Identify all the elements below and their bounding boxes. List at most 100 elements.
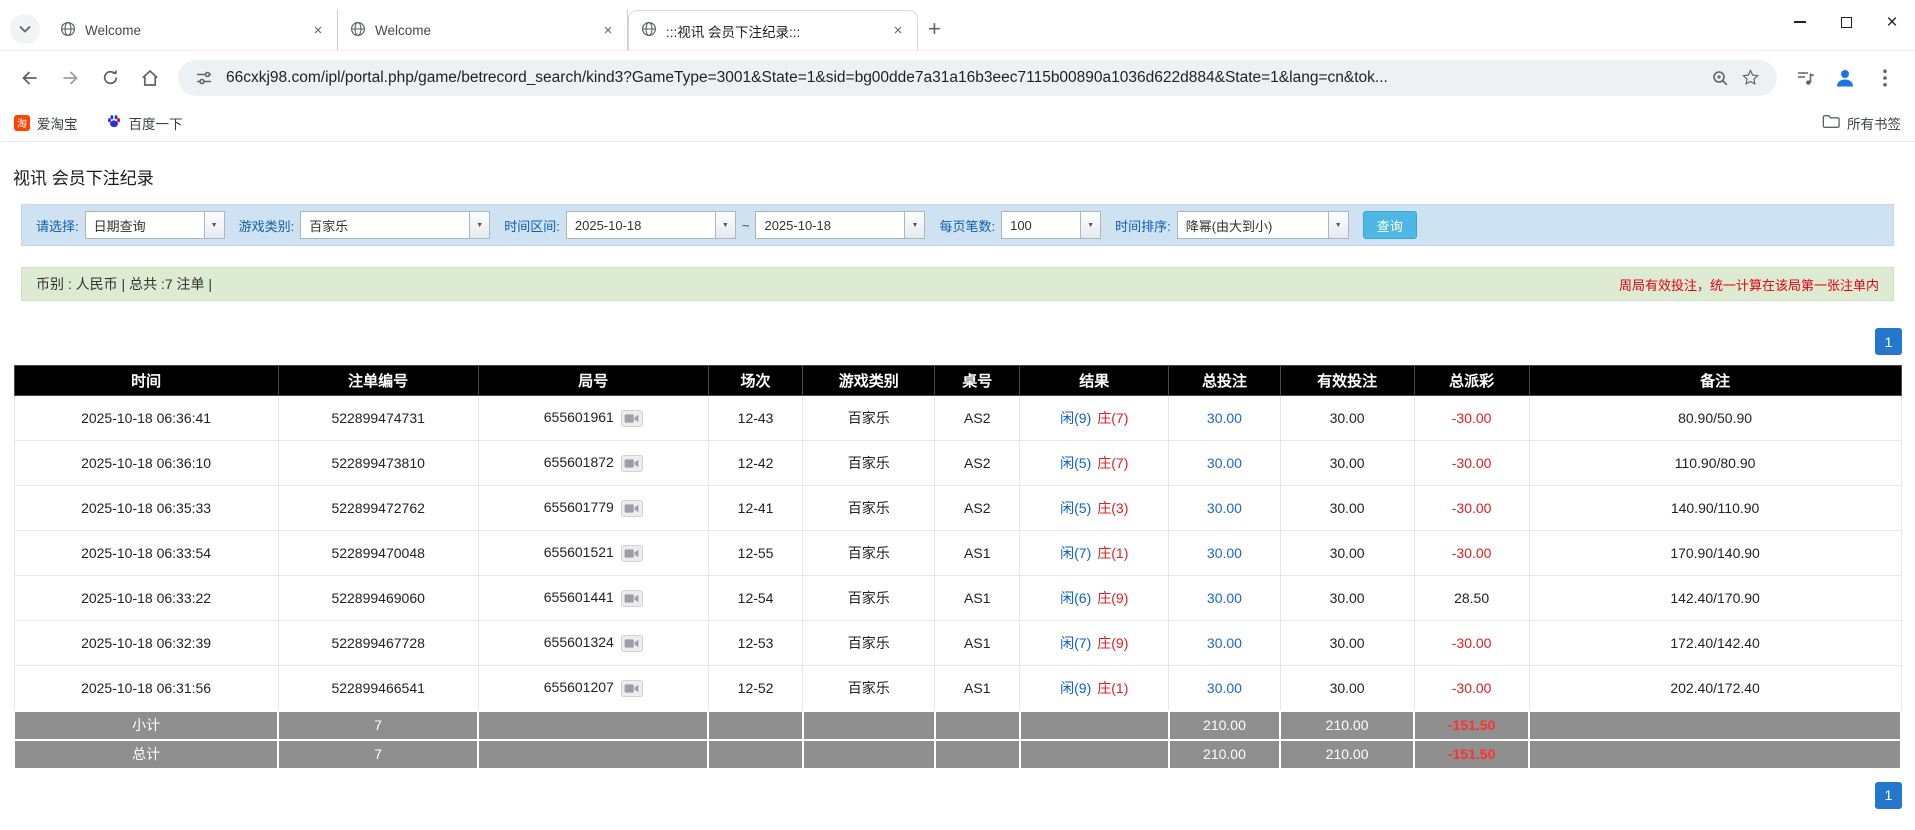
all-bookmarks-button[interactable]: 所有书签 — [1822, 113, 1901, 133]
cell-bet-id: 522899473810 — [278, 441, 478, 486]
col-round: 局号 — [478, 366, 708, 396]
payout-value: -30.00 — [1452, 635, 1492, 651]
navigation-bar: 66cxkj98.com/ipl/portal.php/game/betreco… — [0, 50, 1915, 104]
date-from-select[interactable]: 2025-10-18 ▼ — [566, 211, 736, 239]
video-replay-icon[interactable] — [621, 500, 643, 517]
cell-payout: 28.50 — [1414, 576, 1529, 621]
search-button[interactable]: 查询 — [1363, 211, 1417, 239]
total-label: 总计 — [14, 740, 278, 769]
cell-payout: -30.00 — [1414, 396, 1529, 441]
chevron-down-icon[interactable]: ▼ — [715, 212, 735, 238]
game-type-select[interactable]: 百家乐 ▼ — [300, 211, 490, 239]
total-payout: -151.50 — [1448, 746, 1495, 762]
tab-close-icon[interactable]: × — [599, 21, 617, 39]
cell-bet-id: 522899469060 — [278, 576, 478, 621]
zoom-icon[interactable] — [1705, 69, 1735, 87]
total-bet-link[interactable]: 30.00 — [1207, 410, 1242, 426]
cell-bet-id: 522899466541 — [278, 666, 478, 711]
tab-close-icon[interactable]: × — [889, 22, 907, 40]
subtotal-row: 小计 7 210.00 210.00 -151.50 — [14, 711, 1901, 740]
cell-note: 172.40/142.40 — [1529, 621, 1901, 666]
tab-betrecord-active[interactable]: :::视讯 会员下注纪录::: × — [628, 10, 918, 50]
video-replay-icon[interactable] — [621, 635, 643, 652]
total-bet-link[interactable]: 30.00 — [1207, 545, 1242, 561]
cell-note: 110.90/80.90 — [1529, 441, 1901, 486]
cell-game: 百家乐 — [803, 396, 935, 441]
page-button[interactable]: 1 — [1875, 782, 1902, 809]
chevron-down-icon[interactable]: ▼ — [1328, 212, 1348, 238]
subtotal-total-bet: 210.00 — [1169, 711, 1280, 740]
col-result: 结果 — [1020, 366, 1169, 396]
maximize-button[interactable] — [1823, 0, 1869, 44]
video-replay-icon[interactable] — [621, 590, 643, 607]
media-controls-icon[interactable] — [1785, 58, 1825, 98]
address-bar[interactable]: 66cxkj98.com/ipl/portal.php/game/betreco… — [178, 60, 1777, 96]
cell-round: 655601441 — [478, 576, 708, 621]
bookmark-star-icon[interactable] — [1735, 68, 1765, 87]
cell-time: 2025-10-18 06:35:33 — [14, 486, 278, 531]
total-bet-link[interactable]: 30.00 — [1207, 635, 1242, 651]
banker-result: 庄(9) — [1097, 590, 1128, 606]
video-replay-icon[interactable] — [621, 545, 643, 562]
tab-search-button[interactable] — [10, 14, 40, 44]
cell-round: 655601872 — [478, 441, 708, 486]
close-button[interactable]: × — [1869, 0, 1915, 44]
table-row: 2025-10-18 06:35:33 522899472762 6556017… — [14, 486, 1901, 531]
currency-summary: 币别 : 人民币 | 总共 :7 注单 | — [36, 274, 212, 294]
home-button[interactable] — [130, 58, 170, 98]
video-replay-icon[interactable] — [621, 455, 643, 472]
total-bet-link[interactable]: 30.00 — [1207, 590, 1242, 606]
total-bet-link[interactable]: 30.00 — [1207, 455, 1242, 471]
forward-button[interactable] — [50, 58, 90, 98]
total-row: 总计 7 210.00 210.00 -151.50 — [14, 740, 1901, 769]
col-valid-bet: 有效投注 — [1280, 366, 1414, 396]
table-header-row: 时间 注单编号 局号 场次 游戏类别 桌号 结果 总投注 有效投注 总派彩 备注 — [14, 366, 1901, 396]
col-game-type: 游戏类别 — [803, 366, 935, 396]
page-size-select[interactable]: 100 ▼ — [1001, 211, 1101, 239]
total-bet-link[interactable]: 30.00 — [1207, 680, 1242, 696]
site-info-icon[interactable] — [190, 69, 218, 87]
sort-order-select[interactable]: 降幂(由大到小) ▼ — [1177, 211, 1349, 239]
back-button[interactable] — [10, 58, 50, 98]
cell-time: 2025-10-18 06:36:10 — [14, 441, 278, 486]
cell-session: 12-55 — [708, 531, 802, 576]
cell-time: 2025-10-18 06:36:41 — [14, 396, 278, 441]
bookmark-item-baidu[interactable]: 百度一下 — [106, 113, 183, 133]
tab-bar: Welcome × Welcome × :::视讯 会员下注纪录::: × + … — [0, 0, 1915, 50]
tab-welcome-1[interactable]: Welcome × — [48, 10, 338, 50]
bookmark-item-aitaobao[interactable]: 淘 爱淘宝 — [14, 113, 78, 133]
bookmark-label: 爱淘宝 — [37, 113, 78, 133]
chevron-down-icon[interactable]: ▼ — [1080, 212, 1100, 238]
chevron-down-icon[interactable]: ▼ — [204, 212, 224, 238]
cell-note: 142.40/170.90 — [1529, 576, 1901, 621]
player-result: 闲(5) — [1060, 500, 1091, 516]
player-result: 闲(7) — [1060, 635, 1091, 651]
cell-total-bet: 30.00 — [1169, 666, 1280, 711]
video-replay-icon[interactable] — [621, 410, 643, 427]
cell-table-no: AS2 — [935, 441, 1020, 486]
reload-button[interactable] — [90, 58, 130, 98]
subtotal-count: 7 — [278, 711, 478, 740]
subtotal-valid-bet: 210.00 — [1280, 711, 1414, 740]
query-type-select[interactable]: 日期查询 ▼ — [85, 211, 225, 239]
tab-close-icon[interactable]: × — [309, 21, 327, 39]
cell-payout: -30.00 — [1414, 531, 1529, 576]
menu-icon[interactable] — [1865, 58, 1905, 98]
new-tab-button[interactable]: + — [928, 16, 941, 42]
date-to-select[interactable]: 2025-10-18 ▼ — [755, 211, 925, 239]
page-button[interactable]: 1 — [1875, 328, 1902, 355]
cell-table-no: AS2 — [935, 486, 1020, 531]
chevron-down-icon[interactable]: ▼ — [904, 212, 924, 238]
tab-title: :::视讯 会员下注纪录::: — [666, 21, 880, 41]
cell-round: 655601961 — [478, 396, 708, 441]
cell-session: 12-43 — [708, 396, 802, 441]
player-result: 闲(9) — [1060, 680, 1091, 696]
chevron-down-icon[interactable]: ▼ — [469, 212, 489, 238]
video-replay-icon[interactable] — [621, 680, 643, 697]
profile-avatar[interactable] — [1825, 58, 1865, 98]
total-bet-link[interactable]: 30.00 — [1207, 500, 1242, 516]
minimize-button[interactable] — [1777, 0, 1823, 44]
url-text[interactable]: 66cxkj98.com/ipl/portal.php/game/betreco… — [218, 69, 1705, 87]
tab-welcome-2[interactable]: Welcome × — [338, 10, 628, 50]
cell-total-bet: 30.00 — [1169, 576, 1280, 621]
